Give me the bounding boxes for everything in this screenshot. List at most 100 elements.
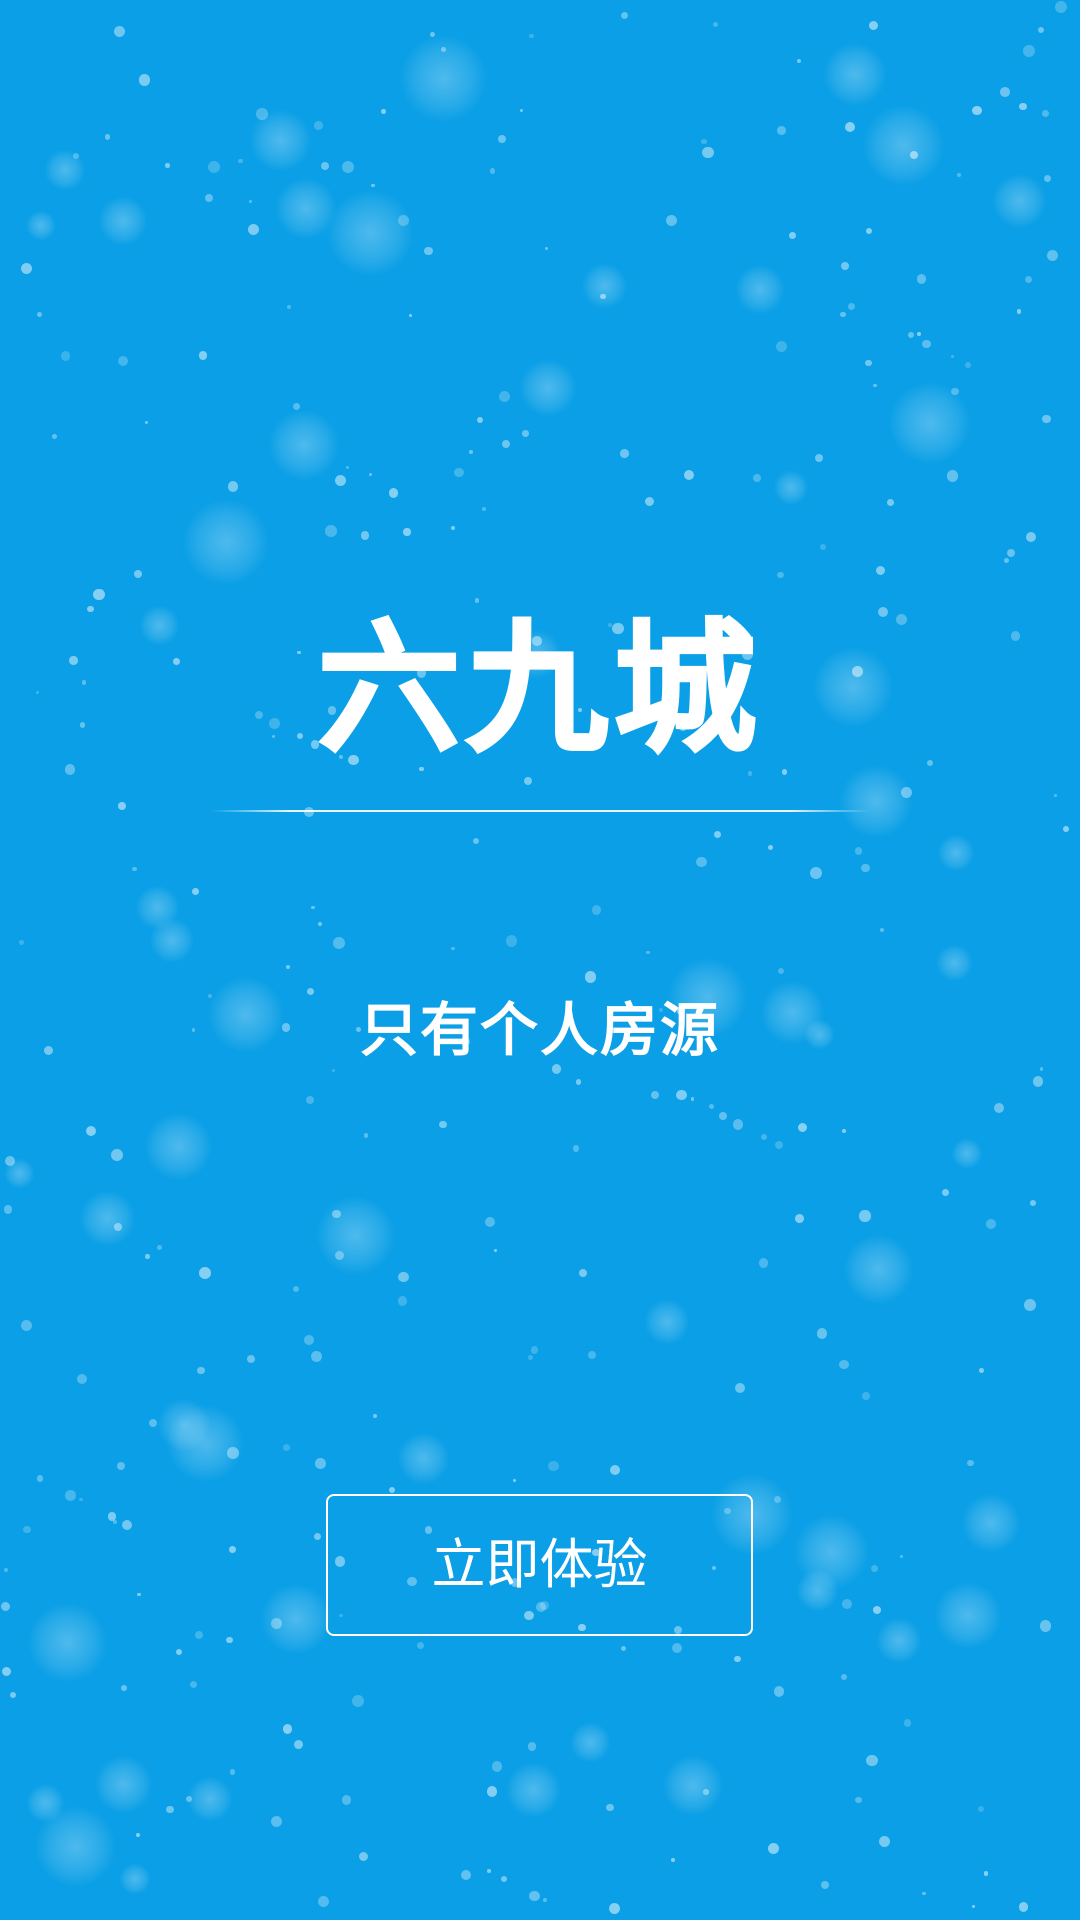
snow-particle — [703, 1789, 709, 1795]
snow-particle — [117, 356, 128, 367]
snow-bokeh — [505, 1761, 562, 1819]
snow-particle — [901, 786, 913, 798]
snow-particle — [363, 1133, 369, 1138]
snow-particle — [758, 1257, 769, 1268]
snow-particle — [197, 1366, 205, 1375]
snow-particle — [777, 571, 784, 578]
snow-particle — [880, 928, 885, 933]
snow-particle — [21, 1319, 33, 1331]
snow-particle — [761, 1133, 767, 1140]
slogan-text: 只有个人房源 — [359, 996, 720, 1064]
snow-particle — [372, 1413, 378, 1419]
snow-particle — [491, 1761, 503, 1772]
snow-particle — [796, 58, 801, 63]
snow-particle — [189, 1680, 198, 1688]
snow-particle — [138, 74, 151, 87]
snow-particle — [671, 1642, 683, 1654]
snow-particle — [144, 420, 149, 425]
snow-particle — [702, 146, 714, 158]
snow-particle — [696, 857, 707, 868]
snow-particle — [865, 359, 872, 367]
snow-bokeh — [165, 1404, 246, 1484]
snow-bokeh — [25, 210, 57, 242]
title-divider — [210, 810, 870, 812]
snow-particle — [325, 525, 337, 537]
snow-bokeh — [773, 469, 809, 506]
snow-particle — [916, 331, 921, 336]
snow-particle — [899, 1554, 904, 1559]
snow-particle — [1025, 531, 1036, 542]
snow-particle — [840, 311, 847, 318]
snow-particle — [1046, 249, 1059, 262]
snow-particle — [701, 138, 707, 145]
snow-particle — [114, 1223, 122, 1231]
snow-bokeh — [838, 764, 914, 840]
snow-particle — [229, 1546, 237, 1553]
snow-particle — [908, 332, 915, 339]
snow-particle — [522, 430, 529, 437]
snow-particle — [1024, 1299, 1036, 1311]
snow-particle — [21, 263, 33, 275]
snow-bokeh — [248, 108, 313, 173]
snow-particle — [1024, 275, 1032, 283]
snow-particle — [133, 569, 143, 579]
snow-particle — [283, 1724, 293, 1734]
snow-particle — [476, 416, 483, 423]
snow-particle — [505, 934, 518, 947]
snow-particle — [341, 160, 354, 173]
snow-bokeh — [44, 149, 87, 192]
snow-particle — [440, 47, 446, 53]
snow-particle — [500, 1876, 507, 1883]
snow-particle — [332, 1209, 342, 1219]
snow-particle — [37, 1475, 44, 1482]
snow-bokeh — [397, 1432, 451, 1485]
snow-particle — [145, 1254, 150, 1259]
snow-particle — [293, 403, 301, 411]
snow-particle — [713, 22, 719, 28]
snow-particle — [977, 1805, 984, 1812]
snow-particle — [474, 598, 480, 603]
snow-particle — [1019, 102, 1027, 110]
snow-particle — [501, 439, 510, 448]
snow-particle — [690, 1096, 695, 1101]
snow-particle — [530, 1346, 539, 1354]
snow-particle — [587, 1350, 597, 1360]
snow-particle — [429, 31, 436, 37]
snow-particle — [397, 1296, 408, 1307]
snow-particle — [473, 837, 480, 844]
snow-particle — [878, 1836, 890, 1848]
snow-particle — [782, 769, 788, 775]
snow-particle — [600, 293, 606, 300]
snow-particle — [248, 224, 260, 236]
snow-particle — [408, 313, 413, 318]
snow-particle — [821, 1881, 830, 1890]
snow-particle — [551, 1064, 562, 1074]
snow-particle — [37, 311, 43, 317]
snow-particle — [60, 351, 71, 361]
snow-particle — [317, 921, 323, 926]
snow-particle — [113, 26, 125, 38]
snow-particle — [1030, 1199, 1037, 1206]
snow-particle — [734, 1655, 741, 1663]
snow-particle — [360, 531, 370, 540]
snow-particle — [609, 1465, 620, 1476]
snow-particle — [817, 1328, 828, 1339]
snow-particle — [454, 467, 464, 477]
snow-particle — [3, 1568, 8, 1573]
snow-particle — [77, 1373, 88, 1384]
snow-particle — [773, 1686, 785, 1697]
snow-bokeh — [842, 1233, 914, 1306]
snow-particle — [910, 150, 919, 159]
snow-particle — [529, 33, 535, 39]
snow-particle — [256, 108, 268, 120]
snow-particle — [676, 1089, 688, 1101]
snow-particle — [52, 434, 57, 440]
snow-bokeh — [4, 1158, 35, 1190]
snow-particle — [282, 1443, 290, 1452]
try-now-button[interactable]: 立即体验 — [326, 1494, 753, 1636]
snow-particle — [79, 1497, 84, 1502]
snow-particle — [368, 472, 373, 476]
snow-particle — [461, 1870, 472, 1881]
snow-particle — [248, 199, 252, 203]
snow-bokeh — [581, 262, 629, 310]
